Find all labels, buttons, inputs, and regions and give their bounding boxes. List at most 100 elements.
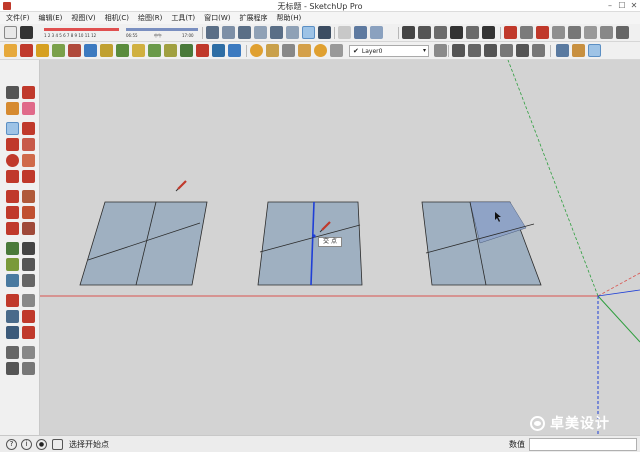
select-arrow-icon[interactable]	[6, 86, 19, 99]
offset-icon[interactable]	[22, 222, 35, 235]
plugin-b-icon[interactable]	[68, 44, 81, 57]
solid-split-icon[interactable]	[552, 26, 565, 39]
scene-5-icon[interactable]	[516, 44, 529, 57]
rotate-icon[interactable]	[6, 206, 19, 219]
move-icon[interactable]	[6, 190, 19, 203]
home-icon[interactable]	[434, 26, 447, 39]
solid-subtract-icon[interactable]	[520, 26, 533, 39]
user-icon[interactable]: ●	[36, 439, 47, 450]
tape-measure-icon[interactable]	[6, 242, 19, 255]
ruby-console-icon[interactable]	[36, 44, 49, 57]
plane-middle[interactable]	[257, 201, 363, 286]
drawing-viewport[interactable]: 交 点	[40, 60, 640, 435]
menu-extensions[interactable]: 扩展程序	[239, 13, 267, 23]
plugin-f-icon[interactable]	[132, 44, 145, 57]
axes-icon[interactable]	[556, 44, 569, 57]
top-view-icon[interactable]	[222, 26, 235, 39]
hidden-line-icon[interactable]	[338, 26, 351, 39]
section-icon[interactable]	[482, 26, 495, 39]
menu-tools[interactable]: 工具(T)	[171, 13, 195, 23]
warehouse-icon[interactable]	[402, 26, 415, 39]
previous-view-icon[interactable]	[22, 326, 35, 339]
scene-4-icon[interactable]	[500, 44, 513, 57]
plugin-h-icon[interactable]	[164, 44, 177, 57]
menu-file[interactable]: 文件(F)	[6, 13, 30, 23]
line-pencil-icon[interactable]	[6, 122, 19, 135]
share-model-icon[interactable]	[418, 26, 431, 39]
pan-hand-icon[interactable]	[22, 294, 35, 307]
front-view-icon[interactable]	[238, 26, 251, 39]
polygon-icon[interactable]	[22, 154, 35, 167]
plugin-d-icon[interactable]	[100, 44, 113, 57]
pie-icon[interactable]	[22, 170, 35, 183]
text-icon[interactable]	[22, 258, 35, 271]
menu-edit[interactable]: 编辑(E)	[39, 13, 63, 23]
plugin-i-icon[interactable]	[180, 44, 193, 57]
plugin-k-icon[interactable]	[212, 44, 225, 57]
rectangle-icon[interactable]	[6, 138, 19, 151]
scene-1-icon[interactable]	[452, 44, 465, 57]
scale-icon[interactable]	[6, 222, 19, 235]
zoom-window-icon[interactable]	[22, 310, 35, 323]
iso-view-icon[interactable]	[206, 26, 219, 39]
plugin-a-icon[interactable]	[52, 44, 65, 57]
light-bulb-icon[interactable]	[314, 44, 327, 57]
plane-middle-face[interactable]	[257, 201, 363, 286]
measurements-input[interactable]	[529, 438, 637, 451]
flip-edge-icon[interactable]	[616, 26, 629, 39]
look-around-icon[interactable]	[22, 346, 35, 359]
lamp-icon[interactable]	[266, 44, 279, 57]
plugin-l-icon[interactable]	[228, 44, 241, 57]
solid-union-icon[interactable]	[504, 26, 517, 39]
eraser-icon[interactable]	[20, 26, 33, 39]
sphere-icon[interactable]	[250, 44, 263, 57]
new-file-icon[interactable]	[4, 26, 17, 39]
right-view-icon[interactable]	[254, 26, 267, 39]
eraser-tool-icon[interactable]	[22, 102, 35, 115]
push-pull-icon[interactable]	[22, 190, 35, 203]
scene-6-icon[interactable]	[532, 44, 545, 57]
orbit-walk-icon[interactable]	[588, 44, 601, 57]
shadow-settings-gauge[interactable]: 1 2 3 4 5 6 7 8 9 10 11 12 06:55 中午 17:0…	[44, 26, 199, 40]
geo-location-icon[interactable]	[52, 439, 63, 450]
sandbox-icon[interactable]	[568, 26, 581, 39]
dimension-icon[interactable]	[22, 242, 35, 255]
help-icon[interactable]: ?	[6, 439, 17, 450]
xray-style-icon[interactable]	[302, 26, 315, 39]
position-camera-icon[interactable]	[572, 44, 585, 57]
spotlight-icon[interactable]	[298, 44, 311, 57]
stamp-icon[interactable]	[584, 26, 597, 39]
3d-text-icon[interactable]	[22, 274, 35, 287]
plugin-g-icon[interactable]	[148, 44, 161, 57]
shaded-icon[interactable]	[354, 26, 367, 39]
zoom-icon[interactable]	[6, 310, 19, 323]
scene-2-icon[interactable]	[468, 44, 481, 57]
arc-icon[interactable]	[6, 170, 19, 183]
solid-trim-icon[interactable]	[536, 26, 549, 39]
paint-bucket-icon[interactable]	[6, 102, 19, 115]
drape-icon[interactable]	[600, 26, 613, 39]
menu-window[interactable]: 窗口(W)	[204, 13, 230, 23]
wireframe-style-icon[interactable]	[318, 26, 331, 39]
plane-left-face[interactable]	[79, 201, 208, 286]
freehand-icon[interactable]	[22, 122, 35, 135]
circle-icon[interactable]	[6, 154, 19, 167]
menu-view[interactable]: 视图(V)	[71, 13, 95, 23]
protractor-icon[interactable]	[6, 258, 19, 271]
follow-me-icon[interactable]	[22, 206, 35, 219]
menu-help[interactable]: 帮助(H)	[276, 13, 301, 23]
layers-panel-icon[interactable]	[434, 44, 447, 57]
materials-icon[interactable]	[4, 44, 17, 57]
back-view-icon[interactable]	[270, 26, 283, 39]
pipe-icon[interactable]	[282, 44, 295, 57]
plugin-c-icon[interactable]	[84, 44, 97, 57]
plugin-e-icon[interactable]	[116, 44, 129, 57]
rotated-rectangle-icon[interactable]	[22, 138, 35, 151]
scene-3-icon[interactable]	[484, 44, 497, 57]
extension-warehouse-icon[interactable]	[20, 44, 33, 57]
walk-icon[interactable]	[6, 362, 19, 375]
minimize-button[interactable]: –	[604, 0, 616, 12]
make-component-icon[interactable]	[22, 86, 35, 99]
house-icon[interactable]	[466, 26, 479, 39]
layer-manager-icon[interactable]	[330, 44, 343, 57]
